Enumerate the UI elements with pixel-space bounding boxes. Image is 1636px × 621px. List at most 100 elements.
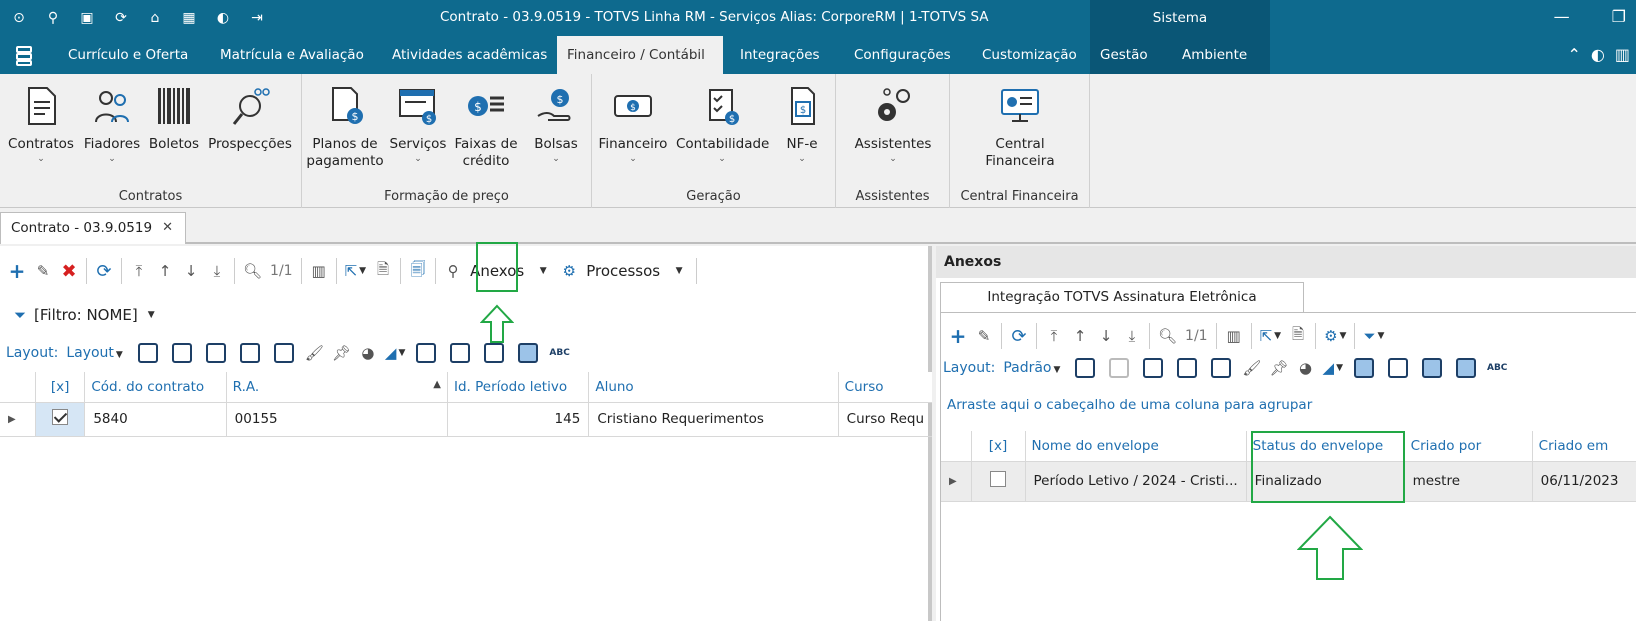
report-icon[interactable]: 🗎︎ [370, 257, 396, 285]
col-criado-em[interactable]: Criado em [1532, 431, 1636, 462]
expand-all-icon[interactable] [137, 343, 158, 363]
col-cod-contrato[interactable]: Cód. do contrato [84, 372, 227, 403]
first-record-icon[interactable]: ⤒ [1041, 322, 1067, 350]
col-select[interactable]: [x] [971, 431, 1026, 462]
previous-record-icon[interactable]: ↑ [152, 257, 178, 285]
contract-doc-tab[interactable]: Contrato - 03.9.0519 ✕ [0, 212, 186, 244]
sitemap-icon[interactable]: ⚲ [42, 7, 64, 29]
electronic-signature-icon[interactable]: 🗐︎ [405, 257, 431, 285]
system-label[interactable]: Sistema [1090, 0, 1270, 36]
fiadores-button[interactable]: Fiadores ⌄ [80, 84, 144, 165]
processes-gear-icon[interactable]: ⚙ [556, 257, 582, 285]
last-record-icon[interactable]: ⤓ [1119, 322, 1145, 350]
row-expand-icon[interactable]: ▶ [0, 402, 37, 437]
col-periodo[interactable]: Id. Período letivo [447, 372, 590, 403]
add-icon[interactable]: + [945, 322, 971, 350]
expand-all-icon[interactable] [1075, 358, 1096, 378]
view-header-icon[interactable] [484, 343, 505, 363]
faixas-credito-button[interactable]: $ Faixas de crédito [450, 84, 522, 170]
attachment-icon[interactable]: ⚲ [440, 257, 466, 285]
group-icon[interactable] [205, 343, 226, 363]
columns-icon[interactable]: ▥ [306, 257, 332, 285]
app-menu-icon[interactable]: ⊙ [8, 7, 30, 29]
close-icon[interactable]: ✕ [162, 220, 173, 235]
filter-icon[interactable]: ⏷ ▼ [1359, 322, 1388, 350]
pin-icon[interactable]: 📌︎ [1265, 354, 1292, 382]
assistentes-button[interactable]: Assistentes ⌄ [846, 84, 940, 165]
boletos-button[interactable]: Boletos [146, 84, 202, 153]
export-icon[interactable]: ⇱ ▼ [341, 257, 371, 285]
refresh-window-icon[interactable]: ⟳ [110, 7, 132, 29]
tab-customizacao[interactable]: Customização [972, 36, 1087, 74]
view-band-icon[interactable] [1455, 358, 1476, 378]
financeiro-button[interactable]: $ Financeiro ⌄ [598, 84, 668, 165]
color-icon[interactable]: ◕ [355, 339, 381, 367]
panel-icon[interactable]: ▥ [1615, 45, 1630, 64]
col-nome-envelope[interactable]: Nome do envelope [1025, 431, 1247, 462]
tab-integracoes[interactable]: Integrações [730, 36, 830, 74]
processos-dropdown-icon[interactable]: ▼ [666, 257, 692, 285]
help-icon[interactable]: ◐ [1591, 45, 1605, 64]
chart-icon[interactable]: ◢ ▼ [381, 339, 409, 367]
columns-icon[interactable]: ▥ [1221, 322, 1247, 350]
col-select[interactable]: [x] [35, 372, 86, 403]
app-logo-icon[interactable] [14, 46, 36, 66]
view-band-icon[interactable] [518, 343, 539, 363]
bolsas-button[interactable]: $ Bolsas ⌄ [526, 84, 586, 165]
minimize-icon[interactable]: — [1554, 7, 1570, 26]
tab-configuracoes[interactable]: Configurações [844, 36, 961, 74]
refresh-icon[interactable]: ⟳ [1006, 322, 1032, 350]
export-icon[interactable]: ⇱ ▼ [1256, 322, 1286, 350]
collapse-all-icon[interactable] [171, 343, 192, 363]
collapse-ribbon-icon[interactable]: ⌃ [1568, 45, 1581, 64]
anexos-dropdown-icon[interactable]: ▼ [530, 257, 556, 285]
view-split-icon[interactable] [1387, 358, 1408, 378]
spellcheck-icon[interactable]: ABC [1483, 354, 1511, 382]
next-record-icon[interactable]: ↓ [178, 257, 204, 285]
tab-financeiro[interactable]: Financeiro / Contábil [557, 36, 723, 74]
move-up-icon[interactable] [239, 343, 260, 363]
col-curso[interactable]: Curso [838, 372, 932, 403]
servicos-button[interactable]: $ Serviços ⌄ [388, 84, 448, 165]
report-icon[interactable]: 🗎︎ [1285, 322, 1311, 350]
paint-icon[interactable]: 🖌︎ [301, 339, 328, 367]
tab-curriculo[interactable]: Currículo e Oferta [58, 36, 198, 74]
col-criado-por[interactable]: Criado por [1404, 431, 1533, 462]
refresh-icon[interactable]: ⟳ [91, 257, 117, 285]
prospeccoes-button[interactable]: Prospecções [204, 84, 296, 153]
row-checkbox[interactable] [52, 409, 69, 425]
group-by-hint[interactable]: Arraste aqui o cabeçalho de uma coluna p… [947, 397, 1312, 413]
first-record-icon[interactable]: ⤒ [126, 257, 152, 285]
edit-icon[interactable]: ✎ [971, 322, 997, 350]
search-icon[interactable]: 🔍︎ [239, 257, 266, 285]
move-down-icon[interactable] [1211, 358, 1232, 378]
add-icon[interactable]: + [4, 257, 30, 285]
group-icon[interactable] [1143, 358, 1164, 378]
move-up-icon[interactable] [1177, 358, 1198, 378]
delete-icon[interactable]: ✖ [56, 257, 82, 285]
last-record-icon[interactable]: ⤓ [204, 257, 230, 285]
layout-dropdown[interactable]: Layout ▼ [66, 345, 123, 361]
exit-icon[interactable]: ⇥ [246, 7, 268, 29]
pin-icon[interactable]: 📌︎ [328, 339, 355, 367]
processos-button[interactable]: Processos [582, 257, 664, 285]
layout-dropdown[interactable]: Padrão ▼ [1003, 360, 1060, 376]
home-icon[interactable]: ⌂ [144, 7, 166, 29]
search-icon[interactable]: 🔍︎ [1154, 322, 1181, 350]
tab-atividades[interactable]: Atividades acadêmicas [382, 36, 557, 74]
previous-record-icon[interactable]: ↑ [1067, 322, 1093, 350]
totvs-icon[interactable]: ◐ [212, 7, 234, 29]
color-icon[interactable]: ◕ [1293, 354, 1319, 382]
tab-assinatura-eletronica[interactable]: Integração TOTVS Assinatura Eletrônica [940, 282, 1304, 312]
view-header-icon[interactable] [1421, 358, 1442, 378]
filter-selector[interactable]: ⏷ [Filtro: NOME] ▼ [14, 306, 155, 324]
next-record-icon[interactable]: ↓ [1093, 322, 1119, 350]
tab-matricula[interactable]: Matrícula e Avaliação [210, 36, 374, 74]
processes-gear-icon[interactable]: ⚙ ▼ [1320, 322, 1350, 350]
contabilidade-button[interactable]: $ Contabilidade ⌄ [676, 84, 769, 165]
move-down-icon[interactable] [273, 343, 294, 363]
calculator-icon[interactable]: ▦ [178, 7, 200, 29]
tab-ambiente[interactable]: Ambiente [1172, 36, 1270, 74]
contratos-button[interactable]: Contratos ⌄ [6, 84, 76, 165]
col-ra[interactable]: R.A. ▲ [226, 372, 448, 403]
